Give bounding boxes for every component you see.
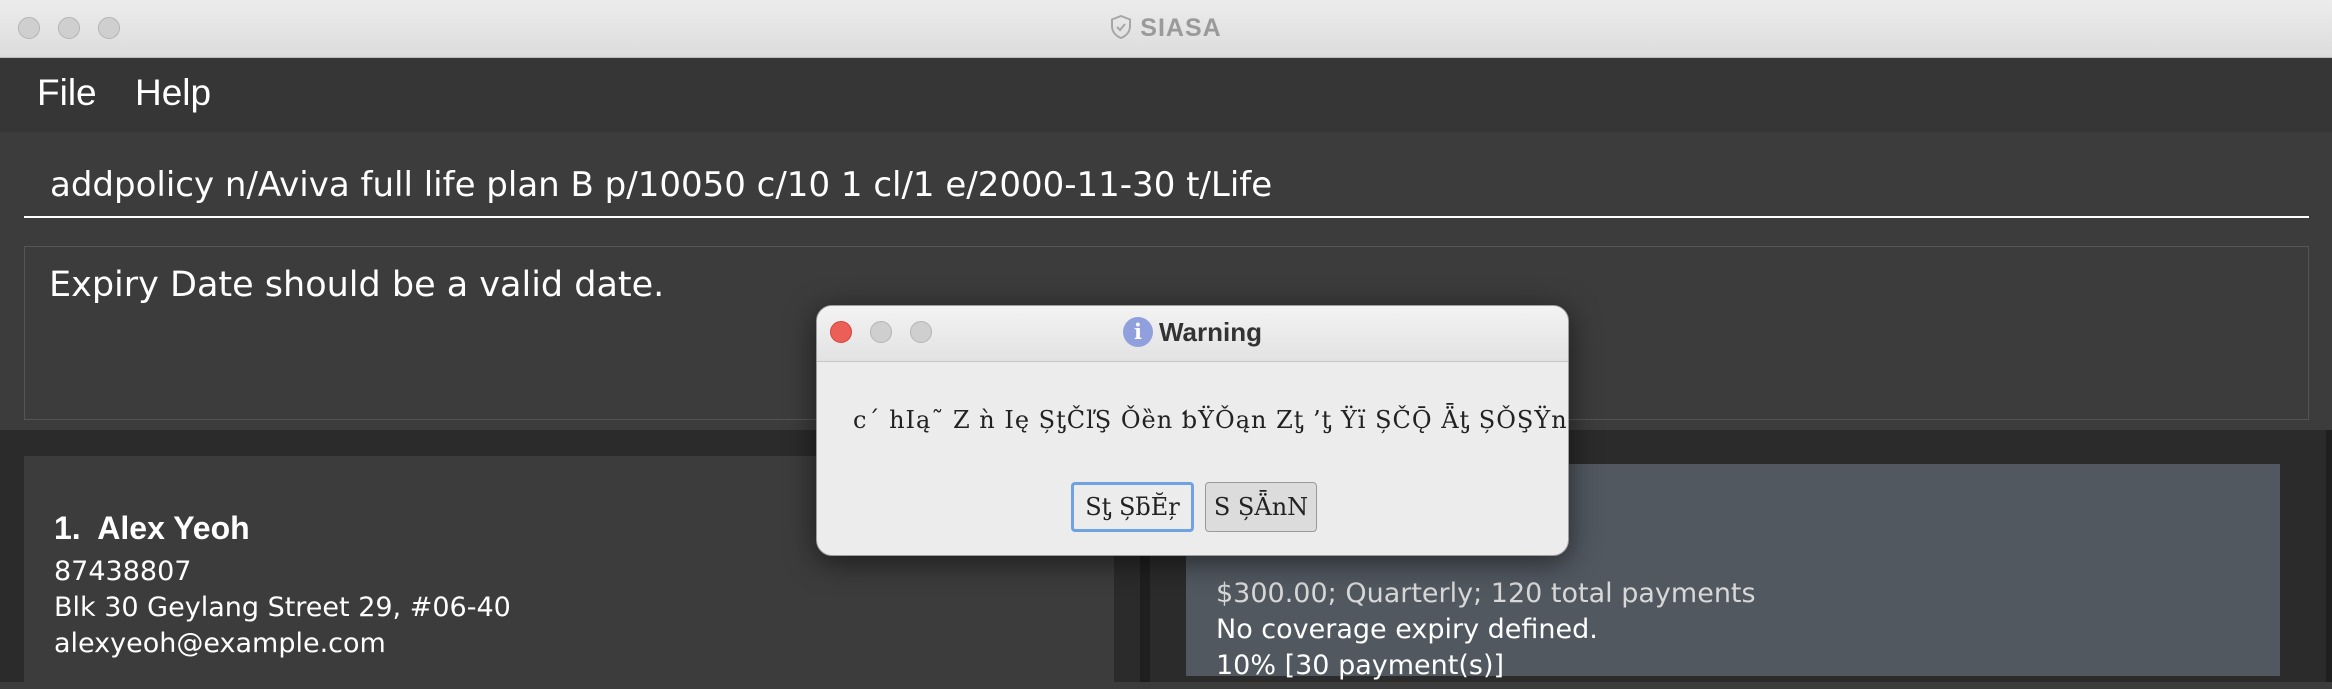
window-edge xyxy=(2326,430,2332,682)
person-address: Blk 30 Geylang Street 29, #06-40 xyxy=(54,592,511,623)
result-message: Expiry Date should be a valid date. xyxy=(49,265,665,305)
policy-commission: 10% [30 payment(s)] xyxy=(1216,650,1505,681)
dialog-primary-button[interactable]: Sƫ ȘƃĔŗ xyxy=(1071,482,1194,532)
person-email: alexyeoh@example.com xyxy=(54,628,386,659)
command-input[interactable] xyxy=(24,154,2309,218)
info-icon: i xyxy=(1122,317,1153,347)
dialog-message: c´ hIą˜ Z ǹ Ię ȘƫČľŞ Ǒȅn ƅŸǑąn Zƫ ’ƫ Ÿï … xyxy=(853,406,1569,434)
menu-help[interactable]: Help xyxy=(135,72,211,114)
dialog-secondary-button[interactable]: S ȘǞnN xyxy=(1205,482,1317,532)
window-title-bar: SIASA xyxy=(0,0,2332,58)
shield-icon xyxy=(1111,15,1132,39)
menu-bar: File Help xyxy=(0,58,2332,132)
policy-payment: $300.00; Quarterly; 120 total payments xyxy=(1216,578,1756,609)
menu-file[interactable]: File xyxy=(37,72,97,114)
dialog-title-bar: i Warning xyxy=(817,306,1568,362)
policy-coverage: No coverage expiry defined. xyxy=(1216,614,1598,645)
dialog-title-text: Warning xyxy=(1158,317,1263,347)
dialog-title: i Warning xyxy=(817,317,1568,348)
window-title: SIASA xyxy=(0,14,2332,43)
warning-dialog: i Warning c´ hIą˜ Z ǹ Ię ȘƫČľŞ Ǒȅn ƅŸǑąn … xyxy=(816,305,1569,556)
window-title-text: SIASA xyxy=(1140,14,1222,42)
person-name: 1. Alex Yeoh xyxy=(54,510,250,546)
person-phone: 87438807 xyxy=(54,556,192,587)
command-box xyxy=(0,132,2332,240)
